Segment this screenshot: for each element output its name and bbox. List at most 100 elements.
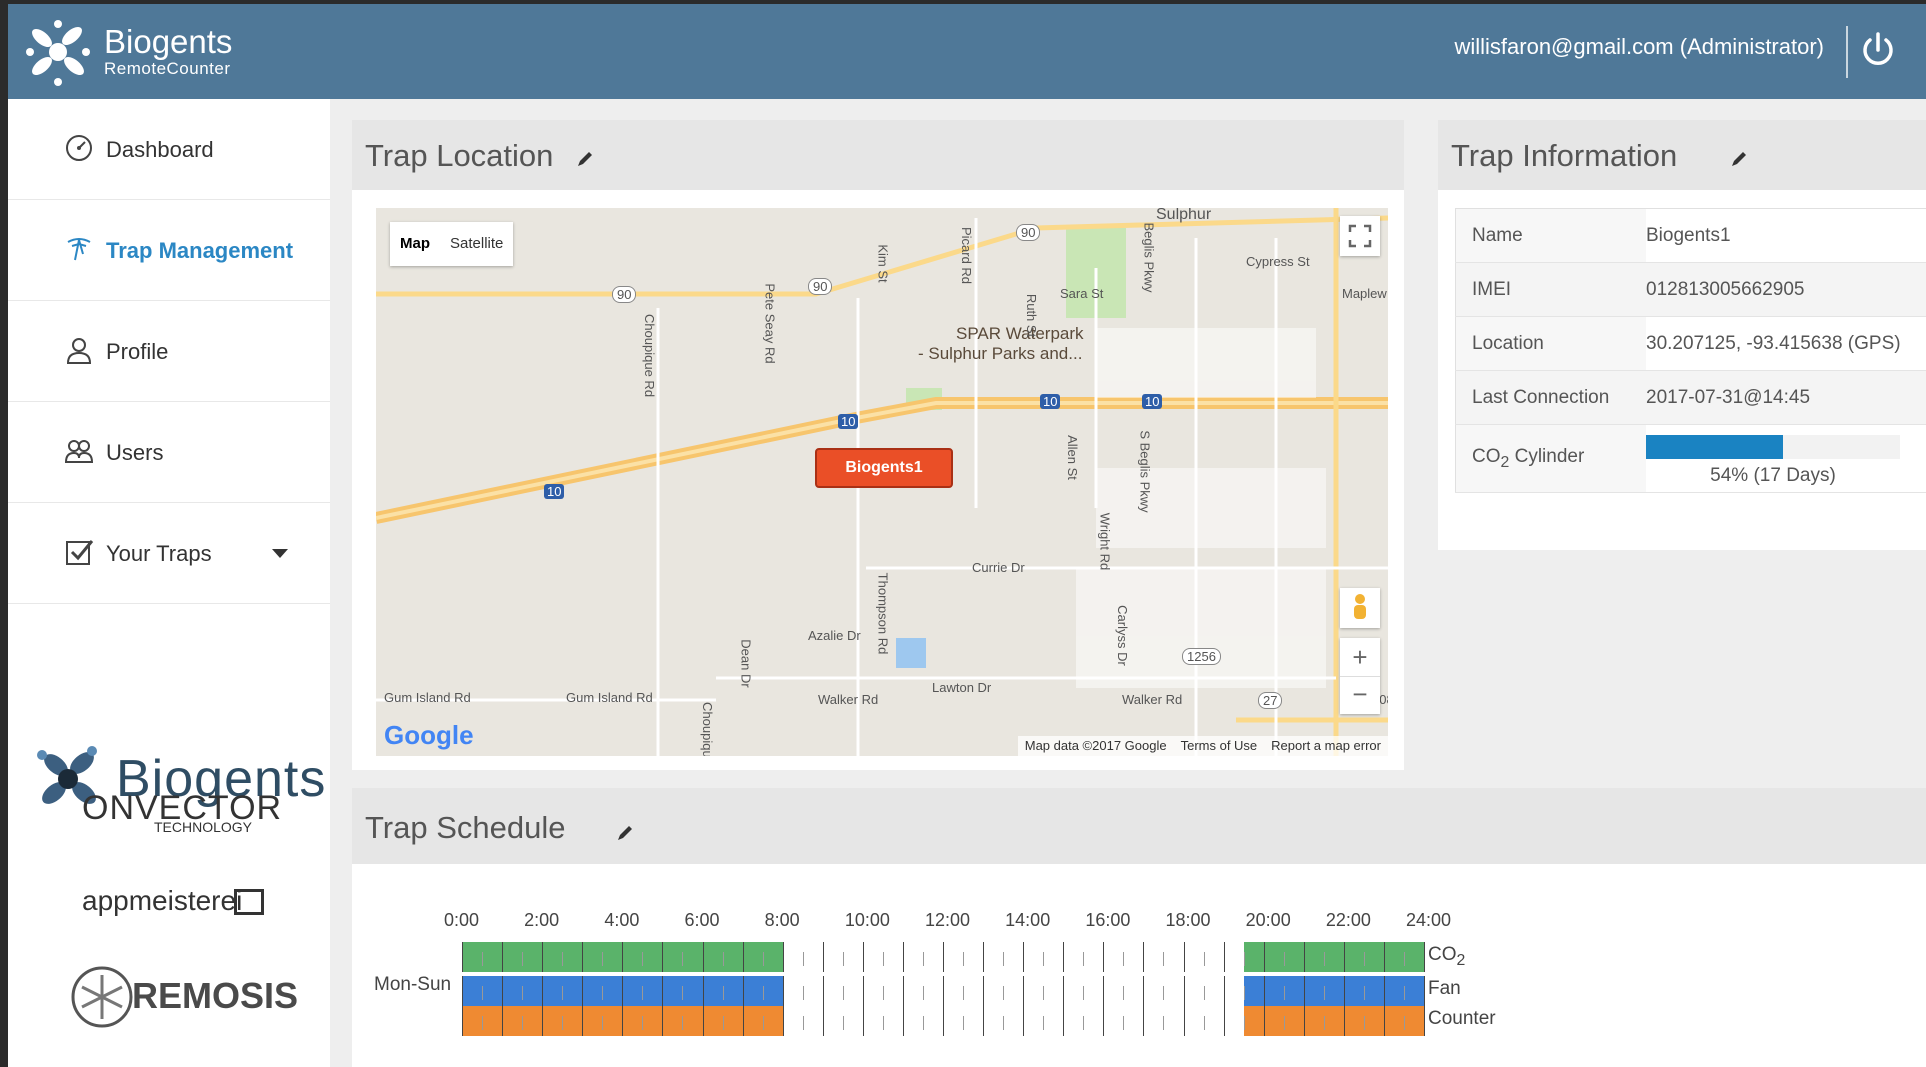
pencil-icon[interactable] xyxy=(576,150,594,168)
schedule-slot-tick[interactable] xyxy=(1303,976,1305,1006)
schedule-slot-tick[interactable] xyxy=(1023,976,1025,1006)
schedule-slot-tick[interactable] xyxy=(582,1006,584,1036)
schedule-slot-tick[interactable] xyxy=(1003,986,1005,1000)
schedule-slot-tick[interactable] xyxy=(722,952,724,966)
schedule-slot-tick[interactable] xyxy=(782,976,784,1006)
schedule-slot-tick[interactable] xyxy=(1323,952,1325,966)
schedule-slot-tick[interactable] xyxy=(822,942,824,972)
schedule-slot-tick[interactable] xyxy=(562,986,564,1000)
trap-marker[interactable]: Biogents1 xyxy=(815,448,953,488)
schedule-slot-tick[interactable] xyxy=(983,1006,985,1036)
schedule-slot-tick[interactable] xyxy=(602,952,604,966)
chevron-down-icon[interactable] xyxy=(272,549,288,558)
schedule-slot-tick[interactable] xyxy=(1103,1006,1105,1036)
schedule-slot-tick[interactable] xyxy=(582,976,584,1006)
schedule-slot-tick[interactable] xyxy=(682,952,684,966)
schedule-slot-tick[interactable] xyxy=(1043,986,1045,1000)
schedule-slot-tick[interactable] xyxy=(502,1006,504,1036)
schedule-slot-tick[interactable] xyxy=(1103,942,1105,972)
schedule-slot-tick[interactable] xyxy=(1283,1016,1285,1030)
schedule-slot-tick[interactable] xyxy=(1163,1016,1165,1030)
schedule-slot-tick[interactable] xyxy=(1023,1006,1025,1036)
schedule-slot-tick[interactable] xyxy=(802,986,804,1000)
schedule-slot-tick[interactable] xyxy=(502,976,504,1006)
schedule-slot-tick[interactable] xyxy=(1383,942,1385,972)
schedule-slot-tick[interactable] xyxy=(1363,952,1365,966)
schedule-slot-tick[interactable] xyxy=(802,1016,804,1030)
sidebar-item-trap-management[interactable]: Trap Management xyxy=(8,200,330,301)
schedule-slot-tick[interactable] xyxy=(1263,942,1265,972)
schedule-slot-tick[interactable] xyxy=(1424,942,1425,972)
schedule-slot-tick[interactable] xyxy=(1223,976,1225,1006)
schedule-slot-tick[interactable] xyxy=(722,1016,724,1030)
schedule-slot-tick[interactable] xyxy=(1043,952,1045,966)
schedule-slot-tick[interactable] xyxy=(642,952,644,966)
schedule-slot-tick[interactable] xyxy=(1043,1016,1045,1030)
schedule-slot-tick[interactable] xyxy=(963,986,965,1000)
schedule-active-block[interactable] xyxy=(1243,942,1424,972)
schedule-slot-tick[interactable] xyxy=(1083,952,1085,966)
zoom-out-button[interactable]: − xyxy=(1340,676,1380,715)
schedule-slot-tick[interactable] xyxy=(542,1006,544,1036)
schedule-slot-tick[interactable] xyxy=(702,976,704,1006)
schedule-slot-tick[interactable] xyxy=(562,952,564,966)
schedule-slot-tick[interactable] xyxy=(1323,986,1325,1000)
schedule-slot-tick[interactable] xyxy=(1183,1006,1185,1036)
schedule-slot-tick[interactable] xyxy=(482,952,484,966)
schedule-slot-tick[interactable] xyxy=(1424,976,1425,1006)
schedule-slot-tick[interactable] xyxy=(1123,1016,1125,1030)
street-view-pegman-icon[interactable] xyxy=(1340,588,1380,628)
schedule-slot-tick[interactable] xyxy=(1243,986,1245,1000)
schedule-slot-tick[interactable] xyxy=(943,1006,944,1036)
schedule-slot-tick[interactable] xyxy=(902,976,904,1006)
schedule-slot-tick[interactable] xyxy=(722,986,724,1000)
schedule-active-block[interactable] xyxy=(1243,976,1424,1006)
schedule-slot-tick[interactable] xyxy=(1403,952,1405,966)
schedule-slot-tick[interactable] xyxy=(1403,986,1405,1000)
schedule-slot-tick[interactable] xyxy=(1003,952,1005,966)
schedule-slot-tick[interactable] xyxy=(622,1006,624,1036)
schedule-slot-tick[interactable] xyxy=(842,1016,844,1030)
report-map-error-link[interactable]: Report a map error xyxy=(1264,736,1388,756)
schedule-slot-tick[interactable] xyxy=(1403,1016,1405,1030)
schedule-slot-tick[interactable] xyxy=(1063,976,1065,1006)
schedule-slot-tick[interactable] xyxy=(822,976,824,1006)
schedule-slot-tick[interactable] xyxy=(582,942,584,972)
schedule-slot-tick[interactable] xyxy=(1263,1006,1265,1036)
schedule-slot-tick[interactable] xyxy=(762,1016,764,1030)
schedule-slot-tick[interactable] xyxy=(862,942,864,972)
terms-of-use-link[interactable]: Terms of Use xyxy=(1174,736,1265,756)
schedule-slot-tick[interactable] xyxy=(522,1016,524,1030)
schedule-slot-tick[interactable] xyxy=(922,952,924,966)
schedule-slot-tick[interactable] xyxy=(742,942,744,972)
schedule-slot-tick[interactable] xyxy=(1363,986,1365,1000)
schedule-slot-tick[interactable] xyxy=(602,986,604,1000)
schedule-slot-tick[interactable] xyxy=(963,952,965,966)
schedule-active-block[interactable] xyxy=(1243,1006,1424,1036)
schedule-slot-tick[interactable] xyxy=(1323,1016,1325,1030)
schedule-slot-tick[interactable] xyxy=(1383,976,1385,1006)
schedule-slot-tick[interactable] xyxy=(782,1006,784,1036)
schedule-slot-tick[interactable] xyxy=(1223,942,1225,972)
schedule-slot-tick[interactable] xyxy=(1083,986,1085,1000)
sidebar-item-your-traps[interactable]: Your Traps xyxy=(8,503,330,604)
schedule-slot-tick[interactable] xyxy=(1183,976,1185,1006)
schedule-slot-tick[interactable] xyxy=(482,1016,484,1030)
schedule-slot-tick[interactable] xyxy=(983,942,985,972)
schedule-slot-tick[interactable] xyxy=(1183,942,1185,972)
schedule-slot-tick[interactable] xyxy=(662,942,664,972)
schedule-slot-tick[interactable] xyxy=(642,986,644,1000)
schedule-slot-tick[interactable] xyxy=(983,976,985,1006)
schedule-slot-tick[interactable] xyxy=(882,952,884,966)
schedule-slot-tick[interactable] xyxy=(943,942,944,972)
schedule-slot-tick[interactable] xyxy=(462,942,463,972)
schedule-slot-tick[interactable] xyxy=(762,952,764,966)
schedule-slot-tick[interactable] xyxy=(662,1006,664,1036)
schedule-slot-tick[interactable] xyxy=(842,952,844,966)
schedule-slot-tick[interactable] xyxy=(1103,976,1105,1006)
schedule-slot-tick[interactable] xyxy=(1023,942,1025,972)
schedule-slot-tick[interactable] xyxy=(1203,952,1205,966)
schedule-slot-tick[interactable] xyxy=(902,1006,904,1036)
schedule-slot-tick[interactable] xyxy=(1163,952,1165,966)
pencil-icon[interactable] xyxy=(1730,150,1748,168)
